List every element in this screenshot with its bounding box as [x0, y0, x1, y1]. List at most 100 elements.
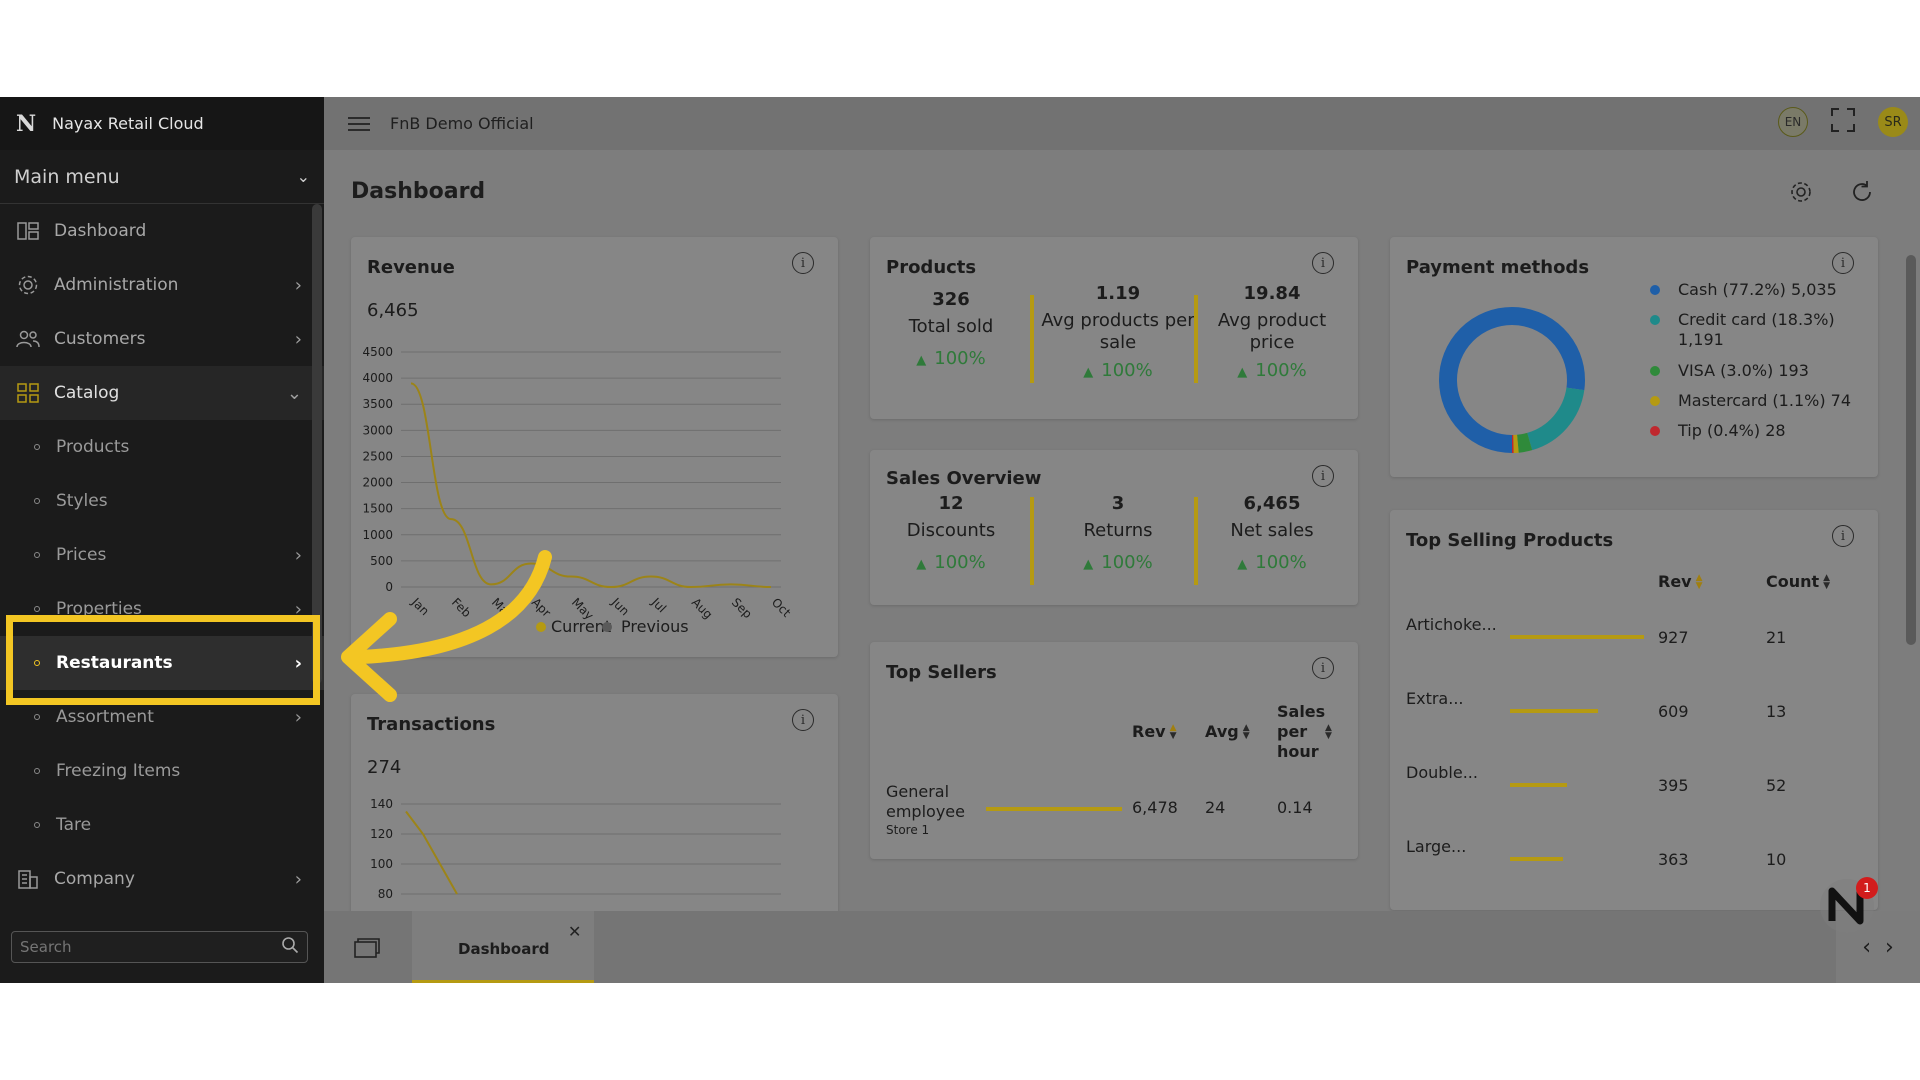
tutorial-arrow-icon [341, 550, 552, 702]
chevron-left-icon[interactable]: ‹ [1862, 935, 1871, 960]
refresh-icon[interactable] [1850, 180, 1874, 208]
seller-avg: 24 [1205, 798, 1226, 817]
kpi-label: Avg products per sale [1041, 310, 1195, 353]
kpi-total-sold: 326 Total sold ▲ 100% [890, 289, 1012, 369]
kpi-change: ▲ 100% [1083, 360, 1153, 381]
y-tick-label: 100 [370, 857, 393, 871]
topbar-actions: EN SR [1778, 107, 1908, 137]
kpi-divider [1194, 295, 1198, 383]
bullet-icon [34, 444, 40, 450]
column-header-count[interactable]: Count ▲ ▼ [1766, 572, 1830, 591]
sidebar-subitem-tare[interactable]: Tare [0, 798, 324, 852]
chevron-right-icon: › [294, 274, 302, 296]
nayax-logo: N [16, 110, 37, 137]
sidebar-item-administration[interactable]: Administration › [0, 258, 324, 312]
y-tick-label: 4000 [362, 371, 393, 385]
payment-methods-card: Payment methods i Cash (77.2%) 5,035 Cre… [1390, 237, 1878, 477]
kpi-label: Discounts [906, 520, 996, 541]
x-tick-label: Jul [648, 595, 669, 616]
column-header-sales-per-hour[interactable]: Sales per hour ▲ ▼ [1277, 702, 1341, 762]
info-icon[interactable]: i [1312, 465, 1334, 487]
triangle-up-icon: ▲ [1237, 557, 1248, 572]
info-icon[interactable]: i [1832, 252, 1854, 274]
chevron-right-icon[interactable]: › [1885, 935, 1894, 960]
product-rev-bar [1510, 709, 1599, 713]
y-tick-label: 140 [370, 797, 393, 811]
card-title: Top Selling Products [1406, 530, 1614, 551]
sidebar-item-label: Company [54, 869, 135, 889]
tabs-overview-icon[interactable] [354, 938, 380, 958]
main-scrollbar[interactable] [1906, 255, 1916, 645]
kpi-label: Returns [1083, 520, 1153, 541]
sidebar-search [11, 931, 308, 963]
workspace-title: FnB Demo Official [390, 114, 534, 133]
grid-icon [16, 383, 40, 403]
card-title: Revenue [367, 257, 455, 278]
info-icon[interactable]: i [1832, 525, 1854, 547]
x-tick-label: Jun [608, 595, 632, 619]
chevron-right-icon: › [294, 868, 302, 890]
dashboard-settings-icon[interactable] [1789, 180, 1813, 208]
top-sellers-card: Top Sellers i Rev ▲ ▼ Avg ▲ ▼ Sales per hour… [870, 642, 1358, 859]
kpi-value: 6,465 [1243, 493, 1301, 514]
info-icon[interactable]: i [1312, 252, 1334, 274]
transactions-total: 274 [367, 757, 402, 778]
triangle-up-icon: ▲ [1237, 365, 1248, 380]
main-menu-toggle[interactable]: Main menu ⌄ [0, 150, 324, 204]
sort-icon: ▲ ▼ [1169, 722, 1177, 741]
fullscreen-icon[interactable] [1830, 107, 1856, 137]
sidebar-item-dashboard[interactable]: Dashboard [0, 204, 324, 258]
hamburger-menu-icon[interactable] [348, 116, 370, 131]
y-tick-label: 4500 [362, 345, 393, 359]
info-icon[interactable]: i [792, 709, 814, 731]
sidebar-subitem-styles[interactable]: Styles [0, 474, 324, 528]
sidebar-item-customers[interactable]: Customers › [0, 312, 324, 366]
kpi-returns: 3 Returns ▲ 100% [1038, 493, 1198, 573]
kpi-change: ▲ 100% [916, 552, 986, 573]
chevron-right-icon: › [294, 544, 302, 566]
sidebar-subitem-freezing-items[interactable]: Freezing Items [0, 744, 324, 798]
search-icon[interactable] [281, 936, 299, 958]
search-input[interactable] [20, 938, 281, 956]
triangle-up-icon: ▲ [1083, 365, 1094, 380]
user-avatar[interactable]: SR [1878, 107, 1908, 137]
sort-icon: ▲ ▼ [1242, 722, 1250, 741]
tutorial-highlight-box [6, 615, 320, 705]
column-header-rev[interactable]: Rev ▲ ▼ [1132, 722, 1177, 741]
close-icon[interactable]: ✕ [568, 922, 581, 941]
product-rev: 927 [1658, 628, 1689, 647]
sidebar-scrollbar[interactable] [312, 204, 322, 684]
product-count: 13 [1766, 702, 1787, 721]
chevron-down-icon: ⌄ [296, 167, 310, 186]
subitem-label: Freezing Items [56, 761, 181, 781]
subitem-label: Styles [56, 491, 108, 511]
page-title: Dashboard [351, 179, 486, 204]
sales-overview-card: Sales Overview i 12 Discounts ▲ 100% 3 Re… [870, 450, 1358, 605]
column-header-avg[interactable]: Avg ▲ ▼ [1205, 722, 1250, 741]
triangle-up-icon: ▲ [1083, 557, 1094, 572]
bullet-icon [34, 714, 40, 720]
product-name: Double... [1406, 763, 1478, 782]
product-rev-bar [1510, 857, 1563, 861]
y-tick-label: 120 [370, 827, 393, 841]
sidebar-item-company[interactable]: Company › [0, 852, 324, 906]
subitem-label: Assortment [56, 707, 154, 727]
chevron-right-icon: › [294, 706, 302, 728]
kpi-label: Avg product price [1217, 310, 1327, 353]
y-tick-label: 2500 [362, 449, 393, 463]
dashboard-icon [16, 221, 40, 241]
brand-name: Nayax Retail Cloud [52, 114, 204, 133]
sidebar-subitem-products[interactable]: Products [0, 420, 324, 474]
product-name: Large... [1406, 837, 1467, 856]
info-icon[interactable]: i [1312, 657, 1334, 679]
top-selling-products-card: Top Selling Products i Rev ▲ ▼ Count ▲ ▼ Art… [1390, 510, 1878, 910]
sidebar-subitem-prices[interactable]: Prices › [0, 528, 324, 582]
language-selector[interactable]: EN [1778, 107, 1808, 137]
sidebar: N Nayax Retail Cloud Main menu ⌄ Dashboa… [0, 97, 324, 983]
column-header-rev[interactable]: Rev ▲ ▼ [1658, 572, 1703, 591]
info-icon[interactable]: i [792, 252, 814, 274]
sort-icon: ▲ ▼ [1325, 723, 1332, 741]
sidebar-item-catalog[interactable]: Catalog ⌄ [0, 366, 324, 420]
kpi-change: ▲ 100% [1237, 552, 1307, 573]
revenue-total: 6,465 [367, 300, 419, 321]
